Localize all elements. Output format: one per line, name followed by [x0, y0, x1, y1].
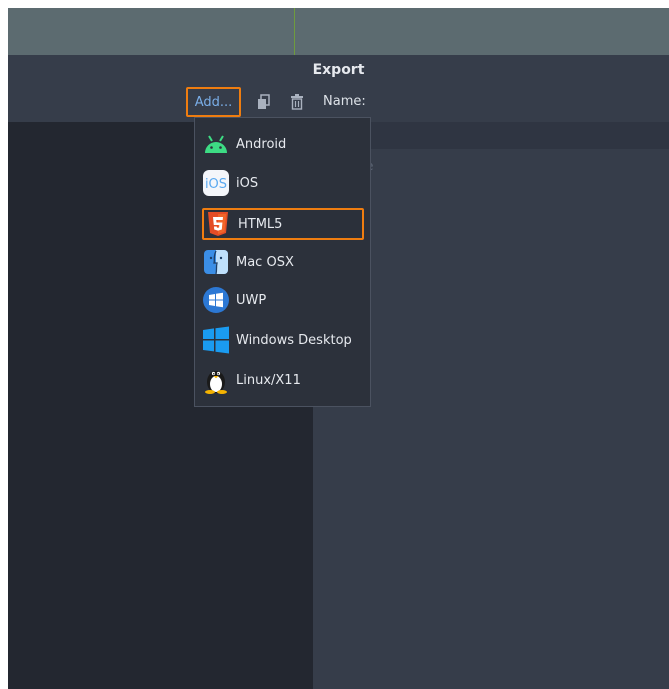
- menu-item-label: iOS: [236, 175, 259, 191]
- uwp-icon: [202, 286, 230, 314]
- menu-item-label: HTML5: [238, 216, 283, 232]
- name-label: Name:: [323, 94, 366, 109]
- html5-icon: [204, 210, 232, 238]
- android-icon: [202, 130, 230, 158]
- menu-item-windows-desktop[interactable]: Windows Desktop: [202, 324, 364, 356]
- duplicate-icon[interactable]: [257, 94, 271, 110]
- dialog-title: Export: [312, 62, 365, 78]
- menu-item-label: Windows Desktop: [236, 332, 352, 348]
- menu-item-label: Android: [236, 136, 287, 152]
- menu-item-label: Linux/X11: [236, 372, 301, 388]
- windows-icon: [202, 326, 230, 354]
- menu-item-uwp[interactable]: UWP: [202, 284, 364, 316]
- menu-item-macosx[interactable]: Mac OSX: [202, 246, 364, 278]
- menu-item-label: UWP: [236, 292, 267, 308]
- menu-item-android[interactable]: Android: [202, 128, 364, 160]
- export-dialog: Export Add... Name: ble: [8, 55, 669, 689]
- menu-item-html5[interactable]: HTML5: [202, 208, 364, 240]
- menu-item-ios[interactable]: iOS iOS: [202, 167, 364, 199]
- macos-icon: [202, 248, 230, 276]
- delete-icon[interactable]: [290, 94, 304, 110]
- svg-text:iOS: iOS: [205, 177, 227, 192]
- viewport-strip: [8, 8, 669, 55]
- add-platform-menu: Android iOS iOS HTML5 Mac OSX UWP Window…: [194, 117, 371, 407]
- ios-icon: iOS: [202, 169, 230, 197]
- menu-item-linux[interactable]: Linux/X11: [202, 364, 364, 396]
- add-preset-button[interactable]: Add...: [186, 87, 241, 117]
- viewport-axis-line: [294, 8, 295, 55]
- preset-toolbar: Add... Name:: [8, 87, 669, 119]
- linux-icon: [202, 366, 230, 394]
- menu-item-label: Mac OSX: [236, 254, 294, 270]
